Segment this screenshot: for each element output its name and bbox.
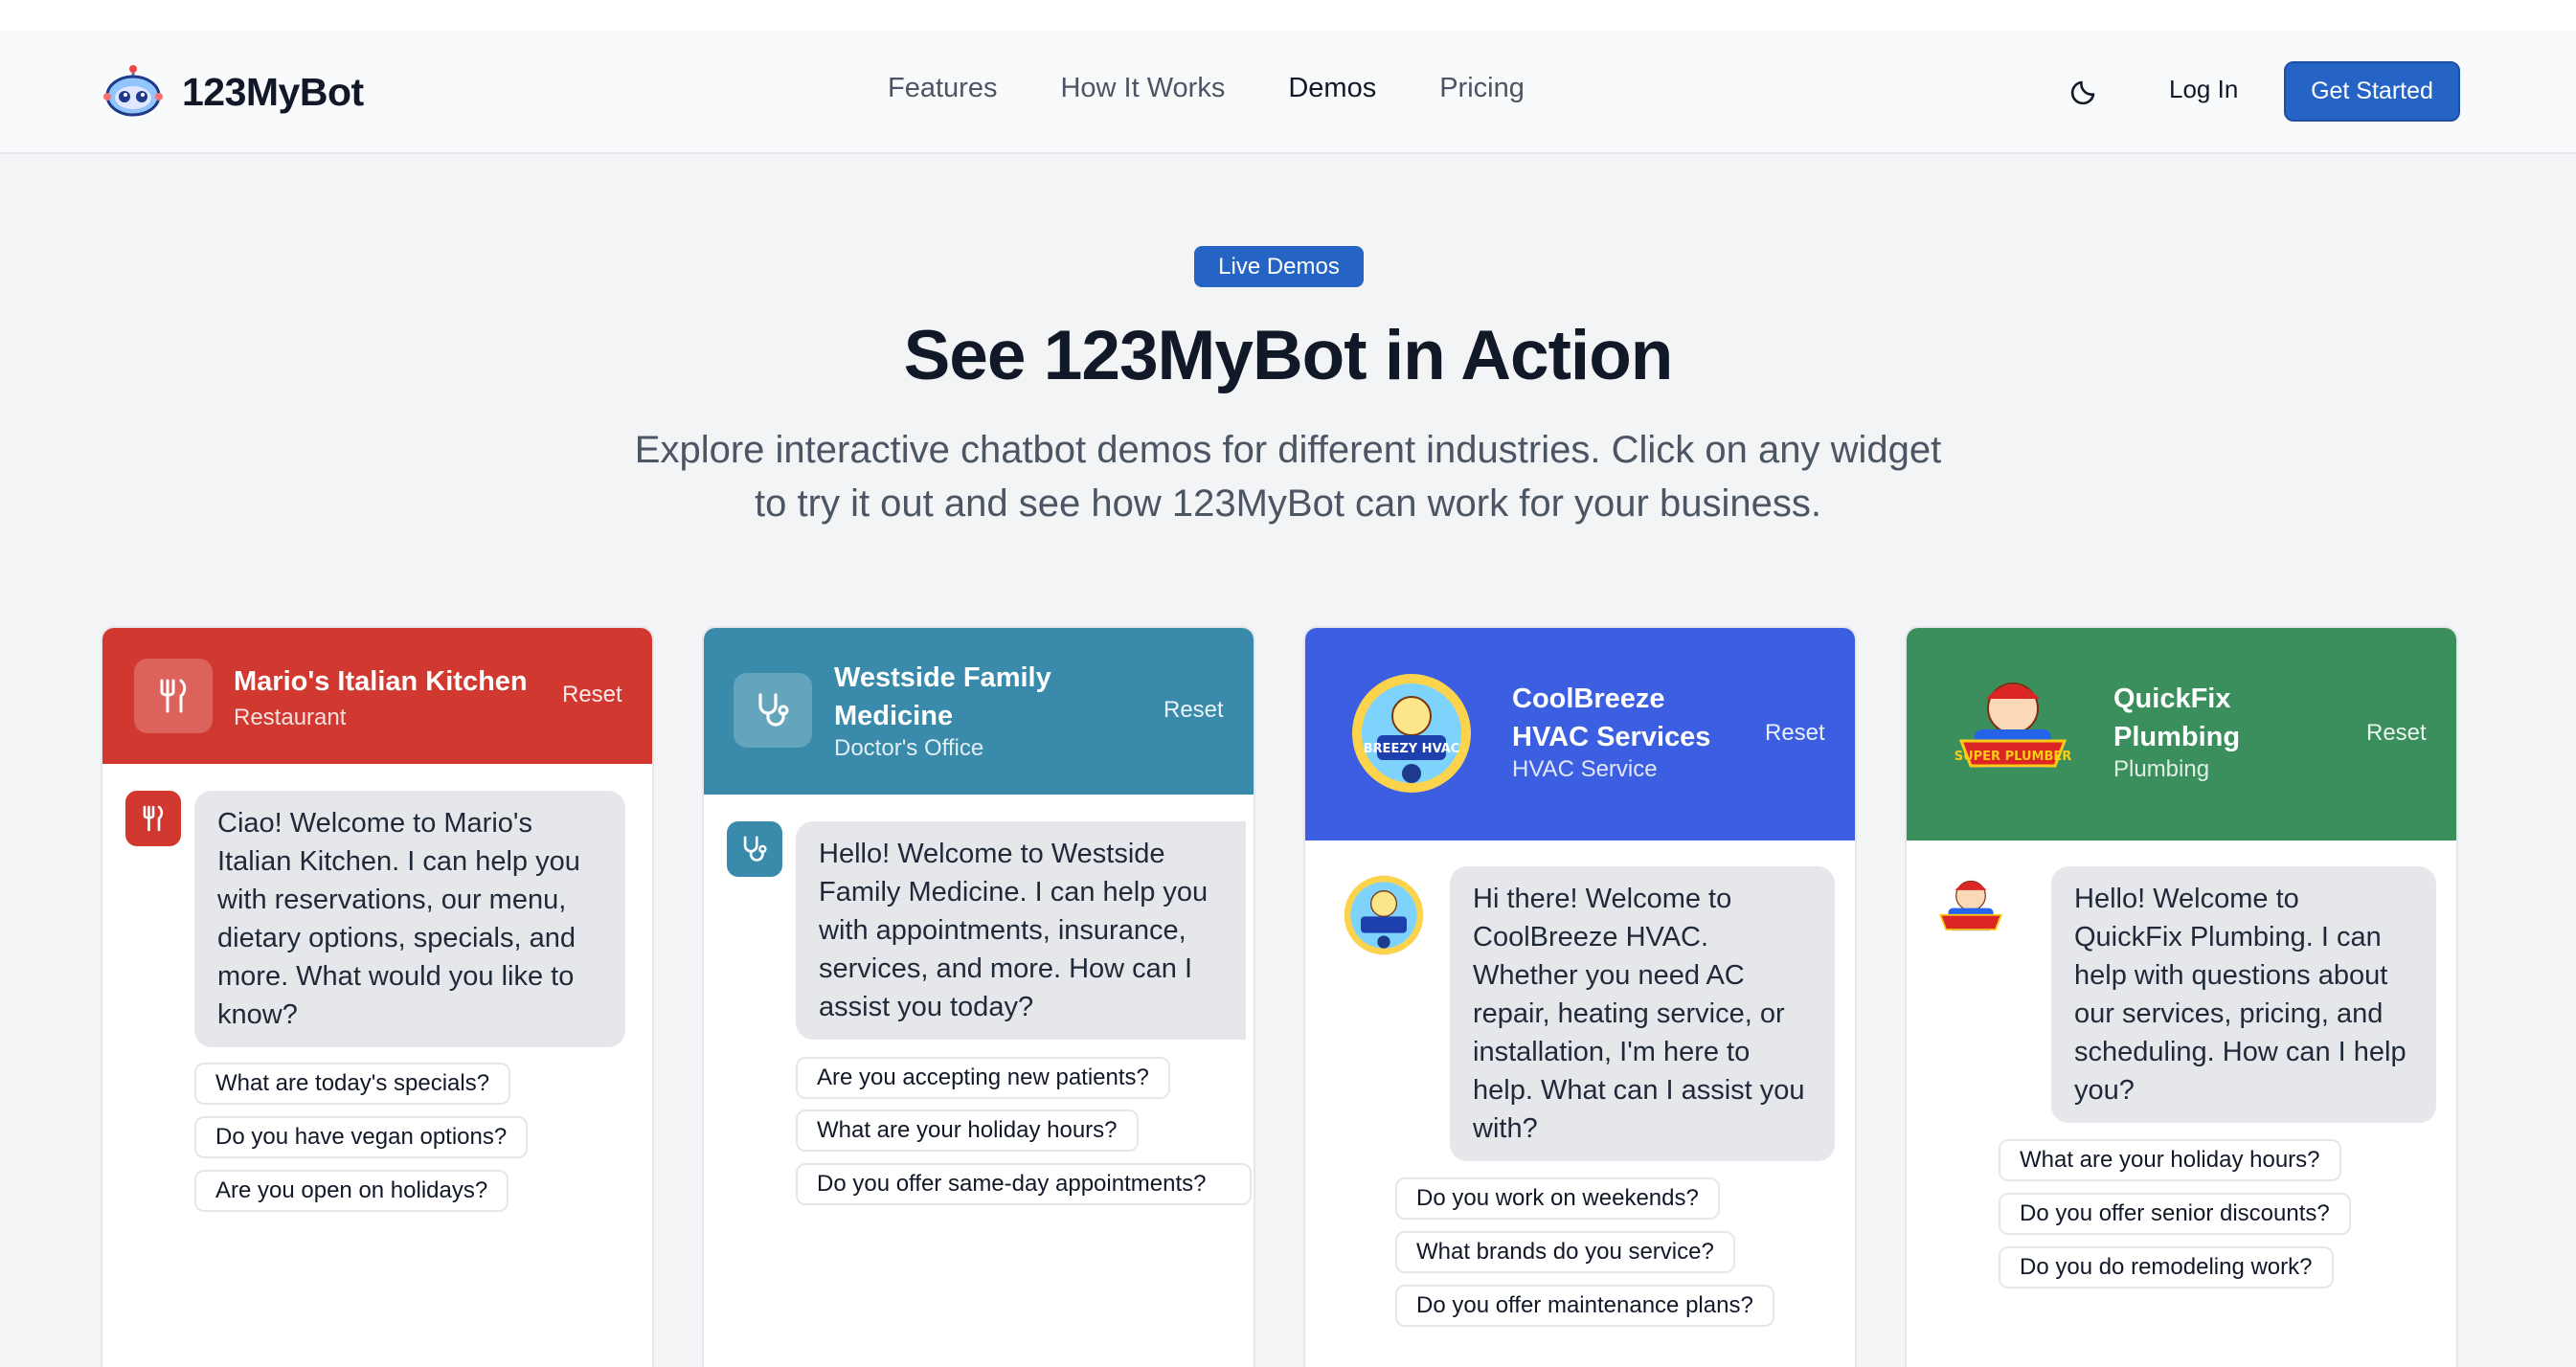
get-started-button[interactable]: Get Started (2284, 61, 2460, 122)
suggestion-chip[interactable]: What are your holiday hours? (796, 1109, 1139, 1152)
suggestion-chip[interactable]: Do you do remodeling work? (1999, 1246, 2334, 1289)
login-link[interactable]: Log In (2169, 75, 2238, 104)
nav-link-features[interactable]: Features (888, 73, 997, 104)
card-header: Westside Family Medicine Doctor's Office… (704, 628, 1254, 795)
bot-avatar-plumber-logo (1932, 873, 2009, 948)
card-header: Mario's Italian Kitchen Restaurant Reset (102, 628, 652, 764)
top-strip (0, 0, 2576, 31)
bot-avatar-utensils-icon (125, 791, 181, 846)
nav-links: Features How It Works Demos Pricing (888, 73, 1525, 104)
card-subtitle: HVAC Service (1512, 756, 1658, 782)
bot-message: Hello! Welcome to Westside Family Medici… (796, 821, 1246, 1040)
bot-avatar-hvac-logo (1342, 873, 1426, 957)
suggestion-chip[interactable]: Do you offer same-day appointments? (796, 1163, 1252, 1205)
suggestion-chip[interactable]: What are today's specials? (194, 1063, 511, 1105)
bot-message: Hello! Welcome to QuickFix Plumbing. I c… (2051, 866, 2436, 1123)
suggestion-chip[interactable]: Do you have vegan options? (194, 1116, 529, 1158)
navbar: 123MyBot Features How It Works Demos Pri… (0, 31, 2576, 154)
brand-name: 123MyBot (182, 69, 364, 114)
reset-button[interactable]: Reset (1164, 697, 1224, 724)
stethoscope-icon (734, 673, 812, 748)
demo-card-hvac[interactable]: BREEZY HVAC CoolBreeze HVAC Services HVA… (1303, 626, 1857, 1367)
moon-icon[interactable] (2068, 73, 2103, 107)
reset-button[interactable]: Reset (1765, 720, 1825, 747)
suggestion-chip[interactable]: Do you offer senior discounts? (1999, 1193, 2351, 1235)
bot-message: Hi there! Welcome to CoolBreeze HVAC. Wh… (1450, 866, 1835, 1161)
suggestion-chip[interactable]: Are you accepting new patients? (796, 1057, 1170, 1099)
logo-text: BREEZY HVAC (1364, 742, 1460, 756)
demo-card-plumbing[interactable]: SUPER PLUMBER QuickFix Plumbing Plumbing… (1905, 626, 2458, 1367)
page-subtitle: Explore interactive chatbot demos for di… (634, 429, 1942, 525)
card-title: CoolBreeze HVAC Services (1512, 684, 1711, 752)
nav-link-how-it-works[interactable]: How It Works (1060, 73, 1225, 104)
nav-link-demos[interactable]: Demos (1288, 73, 1376, 104)
reset-button[interactable]: Reset (2366, 720, 2427, 747)
card-subtitle: Restaurant (234, 705, 347, 730)
card-subtitle: Doctor's Office (834, 735, 984, 761)
demo-card-doctors-office[interactable]: Westside Family Medicine Doctor's Office… (702, 626, 1255, 1367)
card-header: SUPER PLUMBER QuickFix Plumbing Plumbing… (1907, 628, 2456, 840)
card-title: QuickFix Plumbing (2113, 684, 2241, 752)
card-header: BREEZY HVAC CoolBreeze HVAC Services HVA… (1305, 628, 1855, 840)
live-demos-badge: Live Demos (1194, 246, 1364, 287)
super-plumber-logo: SUPER PLUMBER (1948, 670, 2078, 796)
utensils-icon (134, 659, 213, 733)
page-title: See 123MyBot in Action (903, 317, 1674, 394)
card-title: Mario's Italian Kitchen (234, 666, 528, 697)
card-subtitle: Plumbing (2113, 756, 2210, 782)
suggestion-chip[interactable]: What are your holiday hours? (1999, 1139, 2341, 1181)
brand[interactable]: 123MyBot (103, 63, 364, 121)
suggestion-chip[interactable]: What brands do you service? (1395, 1231, 1735, 1273)
robot-logo-icon (103, 65, 163, 117)
suggestion-chip[interactable]: Are you open on holidays? (194, 1170, 509, 1212)
demo-card-restaurant[interactable]: Mario's Italian Kitchen Restaurant Reset… (101, 626, 654, 1367)
reset-button[interactable]: Reset (562, 682, 622, 708)
nav-link-pricing[interactable]: Pricing (1439, 73, 1525, 104)
suggestion-chip[interactable]: Do you work on weekends? (1395, 1177, 1720, 1220)
breezy-hvac-logo: BREEZY HVAC (1348, 670, 1475, 796)
bot-avatar-stethoscope-icon (727, 821, 782, 877)
logo-text: SUPER PLUMBER (1955, 750, 2072, 764)
bot-message: Ciao! Welcome to Mario's Italian Kitchen… (194, 791, 625, 1047)
suggestion-chip[interactable]: Do you offer maintenance plans? (1395, 1285, 1774, 1327)
card-title: Westside Family Medicine (834, 662, 1051, 731)
